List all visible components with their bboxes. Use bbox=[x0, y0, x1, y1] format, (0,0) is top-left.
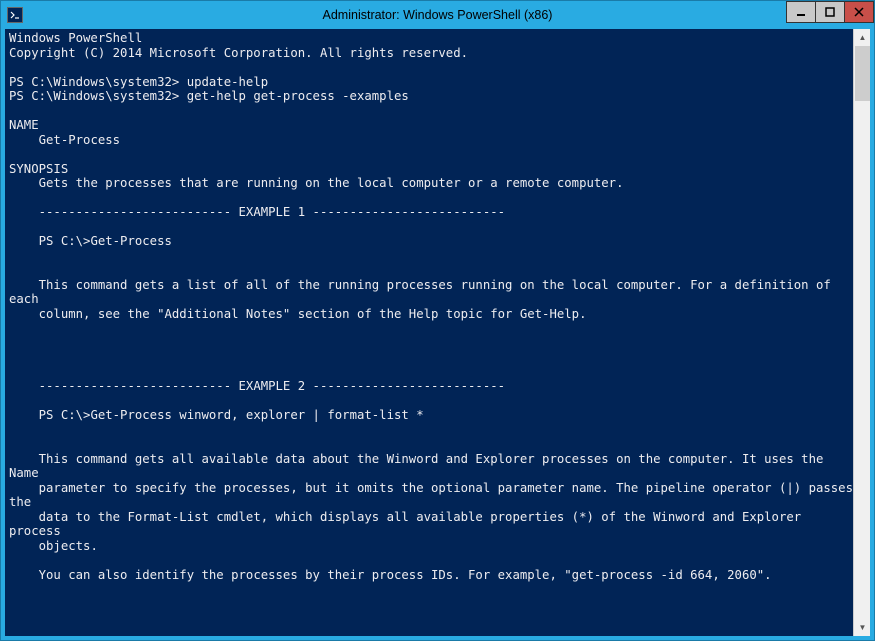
console-line: Windows PowerShell bbox=[9, 31, 142, 45]
prompt-command: get-help get-process -examples bbox=[187, 89, 409, 103]
example-body: parameter to specify the processes, but … bbox=[9, 481, 853, 510]
example-prompt: PS C:\>Get-Process bbox=[9, 234, 172, 248]
scroll-down-button[interactable]: ▼ bbox=[854, 619, 870, 636]
help-section-label: SYNOPSIS bbox=[9, 162, 68, 176]
prompt-path: PS C:\Windows\system32> bbox=[9, 89, 179, 103]
minimize-button[interactable] bbox=[786, 1, 816, 23]
example-body: objects. bbox=[9, 539, 98, 553]
scroll-thumb[interactable] bbox=[855, 46, 870, 101]
example-body: You can also identify the processes by t… bbox=[9, 568, 772, 582]
example-header: -------------------------- EXAMPLE 1 ---… bbox=[9, 205, 505, 219]
window-title: Administrator: Windows PowerShell (x86) bbox=[1, 8, 874, 22]
example-header: -------------------------- EXAMPLE 2 ---… bbox=[9, 379, 505, 393]
vertical-scrollbar[interactable]: ▲ ▼ bbox=[853, 29, 870, 636]
powershell-icon bbox=[7, 7, 23, 23]
example-body: This command gets a list of all of the r… bbox=[9, 278, 838, 307]
help-section-value: Get-Process bbox=[9, 133, 120, 147]
example-body: data to the Format-List cmdlet, which di… bbox=[9, 510, 809, 539]
scroll-up-button[interactable]: ▲ bbox=[854, 29, 870, 46]
titlebar[interactable]: Administrator: Windows PowerShell (x86) bbox=[1, 1, 874, 29]
example-body: column, see the "Additional Notes" secti… bbox=[9, 307, 586, 321]
window-buttons bbox=[787, 1, 874, 23]
example-body: This command gets all available data abo… bbox=[9, 452, 831, 481]
client-area: Windows PowerShell Copyright (C) 2014 Mi… bbox=[5, 29, 870, 636]
help-section-label: NAME bbox=[9, 118, 39, 132]
prompt-command: update-help bbox=[187, 75, 268, 89]
example-prompt: PS C:\>Get-Process winword, explorer | f… bbox=[9, 408, 424, 422]
console-output[interactable]: Windows PowerShell Copyright (C) 2014 Mi… bbox=[5, 29, 853, 636]
maximize-button[interactable] bbox=[815, 1, 845, 23]
prompt-path: PS C:\Windows\system32> bbox=[9, 75, 179, 89]
help-section-value: Gets the processes that are running on t… bbox=[9, 176, 624, 190]
console-line: Copyright (C) 2014 Microsoft Corporation… bbox=[9, 46, 468, 60]
app-window: Administrator: Windows PowerShell (x86) … bbox=[0, 0, 875, 641]
close-button[interactable] bbox=[844, 1, 874, 23]
